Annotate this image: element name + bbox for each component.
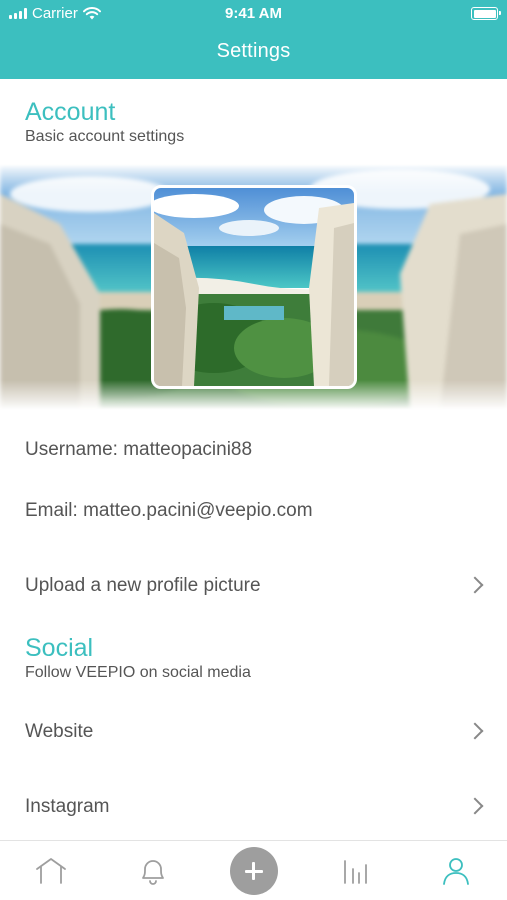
email-row: Email: matteo.pacini@veepio.com	[0, 485, 507, 537]
tab-bar	[0, 840, 507, 900]
chevron-right-icon	[466, 722, 484, 740]
stats-icon	[343, 860, 367, 884]
account-section-title: Account	[25, 98, 116, 126]
username-label: Username: matteopacini88	[25, 439, 253, 460]
add-icon	[229, 847, 278, 895]
home-icon	[35, 858, 66, 884]
tab-add[interactable]	[203, 841, 304, 900]
upload-profile-picture-label: Upload a new profile picture	[25, 575, 261, 596]
tab-stats[interactable]	[304, 841, 405, 900]
upload-profile-picture-row[interactable]: Upload a new profile picture	[0, 560, 507, 612]
profile-picture[interactable]	[151, 185, 357, 389]
tab-notifications[interactable]	[102, 841, 203, 900]
instagram-label: Instagram	[25, 796, 110, 817]
tab-profile[interactable]	[405, 841, 506, 900]
status-bar: Carrier 9:41 AM	[0, 0, 507, 28]
status-time: 9:41 AM	[225, 5, 282, 22]
website-row[interactable]: Website	[0, 706, 507, 758]
page-title: Settings	[216, 40, 291, 62]
battery-icon	[471, 7, 501, 20]
account-section-subtitle: Basic account settings	[25, 128, 185, 145]
username-row: Username: matteopacini88	[0, 424, 507, 476]
website-label: Website	[25, 721, 94, 742]
tab-home[interactable]	[0, 841, 101, 900]
bell-icon	[141, 860, 164, 885]
instagram-row[interactable]: Instagram	[0, 781, 507, 833]
chevron-right-icon	[466, 797, 484, 815]
chevron-right-icon	[466, 576, 484, 594]
profile-photo	[154, 188, 354, 386]
profile-icon	[442, 858, 469, 885]
social-section-title: Social	[25, 634, 94, 662]
social-section-subtitle: Follow VEEPIO on social media	[25, 664, 251, 681]
email-label: Email: matteo.pacini@veepio.com	[25, 500, 313, 521]
nav-header: Carrier 9:41 AM Settings	[0, 0, 507, 79]
